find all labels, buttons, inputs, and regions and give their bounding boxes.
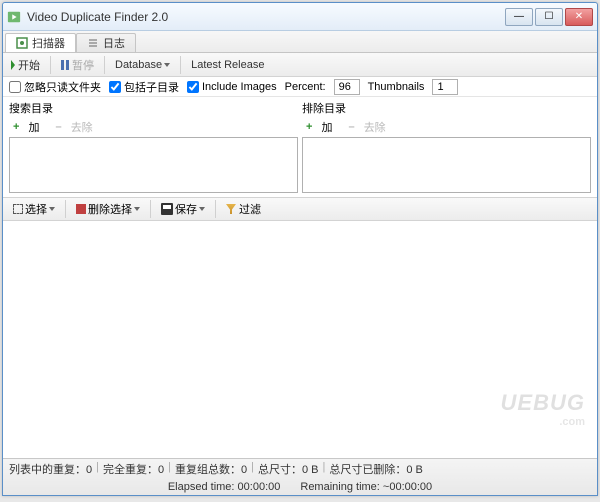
caret-icon — [164, 63, 170, 67]
scanner-icon — [16, 37, 28, 49]
status-remaining: Remaining time: ~00:00:00 — [300, 481, 432, 493]
start-button[interactable]: 开始 — [7, 56, 44, 74]
search-dir-panel: 搜索目录 + 加 – 去除 — [9, 99, 298, 193]
exclude-dir-list[interactable] — [302, 137, 591, 193]
watermark: UEBUG .com — [501, 390, 585, 428]
tab-log[interactable]: 日志 — [76, 33, 136, 52]
thumbnails-label: Thumbnails — [368, 81, 425, 93]
toolbar-results: 选择 删除选择 保存 过滤 — [3, 197, 597, 221]
start-label: 开始 — [18, 57, 40, 73]
separator — [215, 200, 216, 218]
separator — [50, 56, 51, 74]
select-icon — [13, 204, 23, 214]
include-subdir-checkbox[interactable]: 包括子目录 — [109, 79, 179, 95]
database-dropdown[interactable]: Database — [111, 58, 174, 72]
results-area[interactable]: UEBUG .com — [3, 221, 597, 458]
separator — [65, 200, 66, 218]
filter-button[interactable]: 过滤 — [222, 200, 265, 218]
include-images-checkbox[interactable]: Include Images — [187, 81, 277, 93]
thumbnails-input[interactable]: 1 — [432, 79, 458, 95]
include-images-label: Include Images — [202, 81, 277, 93]
percent-label: Percent: — [285, 81, 326, 93]
latest-release-button[interactable]: Latest Release — [187, 58, 268, 72]
status-bar: 列表中的重复：0 | 完全重复：0 | 重复组总数：0 | 总尺寸：0 B | … — [3, 458, 597, 495]
include-images-input[interactable] — [187, 81, 199, 93]
tabstrip: 扫描器 日志 — [3, 31, 597, 53]
separator — [150, 200, 151, 218]
minus-icon: – — [56, 121, 62, 133]
maximize-button[interactable]: ☐ — [535, 8, 563, 26]
ignore-readonly-label: 忽略只读文件夹 — [24, 79, 101, 95]
status-size-deleted: 总尺寸已删除：0 B — [329, 461, 423, 477]
exclude-dir-panel: 排除目录 + 加 – 去除 — [302, 99, 591, 193]
save-icon — [161, 203, 173, 215]
exclude-dir-title: 排除目录 — [302, 99, 591, 117]
pause-label: 暂停 — [72, 57, 94, 73]
pause-button[interactable]: 暂停 — [57, 56, 98, 74]
exclude-remove-button[interactable]: – 去除 — [345, 118, 390, 136]
ignore-readonly-input[interactable] — [9, 81, 21, 93]
include-subdir-input[interactable] — [109, 81, 121, 93]
caret-icon — [49, 207, 55, 211]
app-icon — [7, 10, 21, 24]
percent-input[interactable]: 96 — [334, 79, 360, 95]
search-dir-title: 搜索目录 — [9, 99, 298, 117]
exclude-add-button[interactable]: + 加 — [302, 118, 337, 136]
delete-icon — [76, 204, 86, 214]
ignore-readonly-checkbox[interactable]: 忽略只读文件夹 — [9, 79, 101, 95]
status-total-size: 总尺寸：0 B — [258, 461, 319, 477]
pause-icon — [61, 60, 69, 70]
status-full-dup: 完全重复：0 — [103, 461, 164, 477]
tab-scanner[interactable]: 扫描器 — [5, 33, 76, 52]
caret-icon — [199, 207, 205, 211]
directory-panels: 搜索目录 + 加 – 去除 排除目录 + 加 – 去除 — [3, 97, 597, 197]
filter-icon — [226, 204, 236, 214]
close-button[interactable]: ✕ — [565, 8, 593, 26]
save-dropdown[interactable]: 保存 — [157, 200, 209, 218]
latest-label: Latest Release — [191, 59, 264, 71]
titlebar: Video Duplicate Finder 2.0 — ☐ ✕ — [3, 3, 597, 31]
tab-scanner-label: 扫描器 — [32, 35, 65, 51]
options-row: 忽略只读文件夹 包括子目录 Include Images Percent: 96… — [3, 77, 597, 97]
plus-icon: + — [13, 121, 19, 133]
status-group-count: 重复组总数：0 — [175, 461, 247, 477]
filter-label: 过滤 — [239, 201, 261, 217]
play-icon — [11, 60, 15, 70]
separator — [104, 56, 105, 74]
minus-icon: – — [349, 121, 355, 133]
search-remove-button[interactable]: – 去除 — [52, 118, 97, 136]
save-label: 保存 — [175, 201, 197, 217]
select-label: 选择 — [25, 201, 47, 217]
search-dir-list[interactable] — [9, 137, 298, 193]
include-subdir-label: 包括子目录 — [124, 79, 179, 95]
search-add-button[interactable]: + 加 — [9, 118, 44, 136]
window-title: Video Duplicate Finder 2.0 — [27, 10, 505, 24]
minimize-button[interactable]: — — [505, 8, 533, 26]
separator — [180, 56, 181, 74]
caret-icon — [134, 207, 140, 211]
toolbar-main: 开始 暂停 Database Latest Release — [3, 53, 597, 77]
database-label: Database — [115, 59, 162, 71]
status-dup-in-list: 列表中的重复：0 — [9, 461, 92, 477]
select-dropdown[interactable]: 选择 — [9, 200, 59, 218]
status-elapsed: Elapsed time: 00:00:00 — [168, 481, 281, 493]
plus-icon: + — [306, 121, 312, 133]
delete-selection-dropdown[interactable]: 删除选择 — [72, 200, 144, 218]
tab-log-label: 日志 — [103, 35, 125, 51]
delete-selection-label: 删除选择 — [88, 201, 132, 217]
log-icon — [87, 37, 99, 49]
